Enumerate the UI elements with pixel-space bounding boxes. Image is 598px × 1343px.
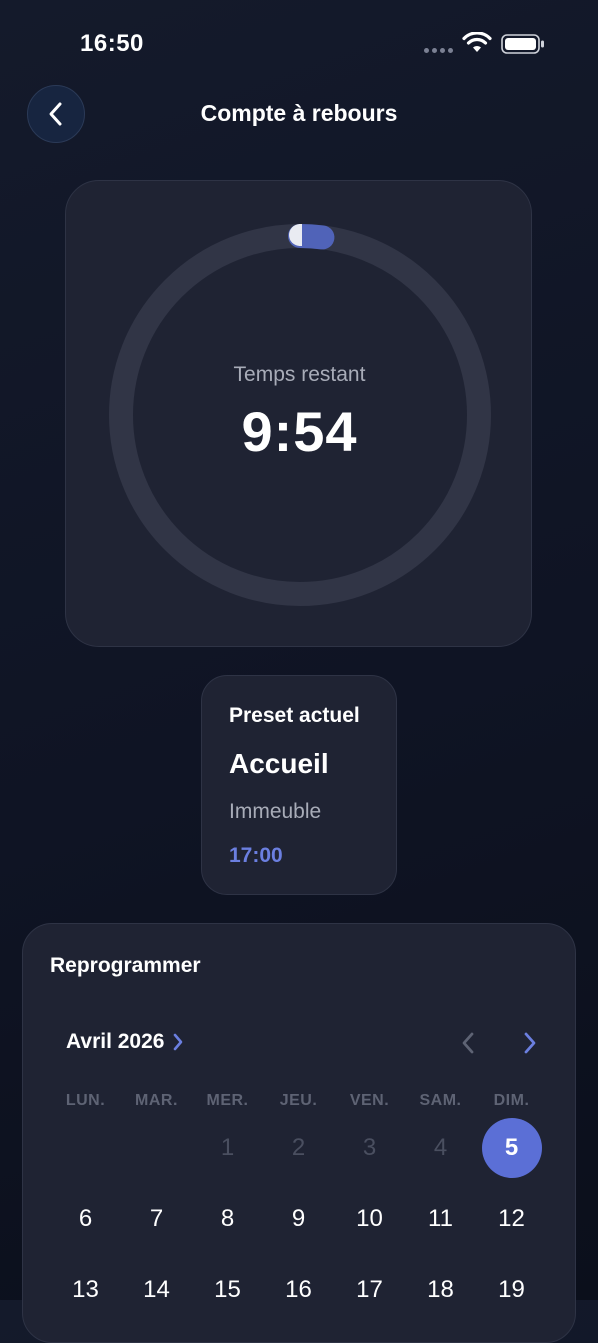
current-preset-card[interactable]: Preset actuel Accueil Immeuble 17:00: [201, 675, 397, 895]
calendar-day-selected[interactable]: 5: [476, 1118, 547, 1178]
preset-time: 17:00: [229, 844, 283, 867]
weekday-label: JEU.: [279, 1092, 318, 1109]
calendar-day[interactable]: 19: [476, 1260, 547, 1320]
calendar-day[interactable]: 15: [192, 1260, 263, 1320]
preset-heading: Preset actuel: [229, 704, 360, 727]
preset-location: Immeuble: [229, 800, 322, 823]
month-label: Avril 2026: [66, 1030, 165, 1053]
remaining-time-label: Temps restant: [233, 363, 366, 386]
calendar-day[interactable]: 11: [405, 1189, 476, 1249]
wifi-icon: [462, 32, 492, 52]
calendar-day[interactable]: 12: [476, 1189, 547, 1249]
calendar-empty-cell: [50, 1118, 121, 1178]
calendar-week-2: 6 7 8 9 10 11 12: [50, 1189, 547, 1249]
calendar-day[interactable]: 17: [334, 1260, 405, 1320]
month-selector[interactable]: Avril 2026: [66, 1030, 184, 1054]
weekday-label: MAR.: [135, 1092, 178, 1109]
calendar-day[interactable]: 8: [192, 1189, 263, 1249]
chevron-right-icon: [524, 1032, 536, 1054]
page-title: Compte à rebours: [200, 100, 398, 126]
calendar-day[interactable]: 6: [50, 1189, 121, 1249]
calendar-day-disabled: 3: [362, 1134, 377, 1161]
weekday-header: LUN. MAR. MER. JEU. VEN. SAM. DIM.: [50, 1092, 547, 1110]
calendar-week-3: 13 14 15 16 17 18 19: [50, 1260, 547, 1320]
cellular-signal-icon: [424, 48, 453, 53]
chevron-left-icon: [462, 1032, 474, 1054]
status-bar: 16:50: [0, 0, 598, 80]
chevron-right-icon: [174, 1033, 183, 1051]
calendar-day-disabled: 2: [291, 1134, 306, 1161]
calendar-day[interactable]: 14: [121, 1260, 192, 1320]
calendar-day[interactable]: 18: [405, 1260, 476, 1320]
battery-icon: [501, 34, 544, 54]
calendar-day-disabled: 4: [433, 1134, 448, 1161]
calendar-day[interactable]: 10: [334, 1189, 405, 1249]
weekday-label: DIM.: [493, 1092, 530, 1109]
reschedule-card: Reprogrammer Avril 2026 LUN. MAR. MER. J…: [22, 923, 576, 1343]
calendar-day[interactable]: 7: [121, 1189, 192, 1249]
weekday-label: VEN.: [349, 1092, 390, 1109]
weekday-label: MER.: [206, 1092, 249, 1109]
preset-name: Accueil: [229, 748, 329, 779]
next-month-button[interactable]: [517, 1030, 543, 1056]
calendar-day[interactable]: 16: [263, 1260, 334, 1320]
calendar-empty-cell: [121, 1118, 192, 1178]
weekday-label: LUN.: [65, 1092, 106, 1109]
reschedule-heading: Reprogrammer: [50, 954, 201, 977]
calendar-day-disabled: 1: [220, 1134, 235, 1161]
calendar-day[interactable]: 13: [50, 1260, 121, 1320]
weekday-label: SAM.: [419, 1092, 462, 1109]
selected-day-indicator: 5: [481, 1118, 542, 1178]
calendar-week-1: 1 2 3 4 5: [50, 1118, 547, 1178]
remaining-time-value: 9:54: [241, 400, 358, 463]
calendar-day[interactable]: 9: [263, 1189, 334, 1249]
status-time: 16:50: [80, 30, 144, 57]
countdown-card: Temps restant 9:54: [65, 180, 532, 647]
previous-month-button[interactable]: [455, 1030, 481, 1056]
